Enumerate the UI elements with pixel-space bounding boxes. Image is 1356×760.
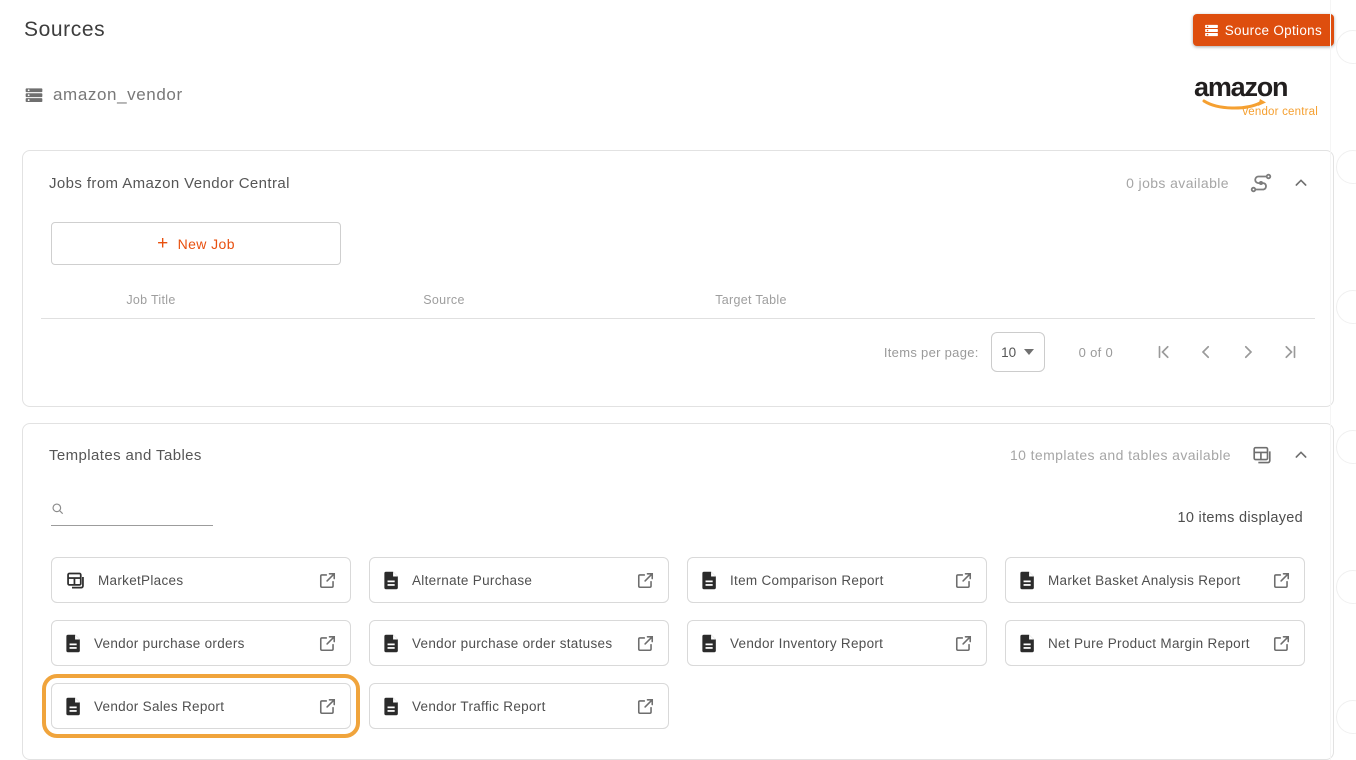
pipeline-icon[interactable] — [1249, 171, 1273, 195]
template-card[interactable]: Vendor Sales Report — [42, 674, 360, 738]
open-in-new-icon[interactable] — [318, 634, 337, 653]
template-card-label: Vendor purchase orders — [94, 635, 245, 651]
last-page-button[interactable] — [1281, 343, 1299, 361]
template-card-label: Alternate Purchase — [412, 572, 533, 588]
jobs-panel-header: Jobs from Amazon Vendor Central 0 jobs a… — [41, 151, 1315, 195]
template-card[interactable]: Net Pure Product Margin Report — [1005, 620, 1305, 666]
collapse-chevron-up-icon[interactable] — [1293, 175, 1309, 191]
template-card[interactable]: MarketPlaces — [51, 557, 351, 603]
top-bar: Sources Source Options — [22, 0, 1334, 46]
new-job-button[interactable]: + New Job — [51, 222, 341, 265]
first-page-button[interactable] — [1155, 343, 1173, 361]
template-card[interactable]: Vendor purchase order statuses — [369, 620, 669, 666]
previous-page-button[interactable] — [1197, 343, 1215, 361]
template-card[interactable]: Alternate Purchase — [369, 557, 669, 603]
table-icon — [65, 570, 86, 591]
open-in-new-icon[interactable] — [636, 571, 655, 590]
items-displayed-label: 10 items displayed — [1177, 510, 1303, 526]
column-job-title: Job Title — [126, 293, 176, 307]
template-card-label: Vendor Sales Report — [94, 698, 225, 714]
page-size-select[interactable]: 10 — [990, 332, 1045, 372]
open-in-new-icon[interactable] — [636, 634, 655, 653]
document-icon — [383, 634, 400, 653]
search-field[interactable] — [51, 502, 213, 526]
items-per-page-label: Items per page: — [883, 344, 979, 360]
template-card[interactable]: Market Basket Analysis Report — [1005, 557, 1305, 603]
table-divider — [41, 318, 1315, 319]
template-card[interactable]: Vendor Inventory Report — [687, 620, 987, 666]
source-name: amazon_vendor — [53, 85, 183, 104]
templates-search-input[interactable] — [71, 504, 201, 519]
document-icon — [701, 571, 718, 590]
new-job-label: New Job — [177, 235, 235, 252]
open-in-new-icon[interactable] — [318, 571, 337, 590]
document-icon — [1019, 634, 1036, 653]
search-icon — [51, 502, 65, 521]
template-card-label: Net Pure Product Margin Report — [1048, 635, 1250, 651]
page-range-label: 0 of 0 — [1078, 344, 1113, 360]
open-in-new-icon[interactable] — [636, 697, 655, 716]
column-target-table: Target Table — [715, 293, 787, 307]
next-page-button[interactable] — [1239, 343, 1257, 361]
background-pattern — [1330, 0, 1356, 760]
document-icon — [383, 571, 400, 590]
amazon-vendor-central-logo: amazon vendor central — [1194, 72, 1318, 119]
page-title: Sources — [24, 18, 106, 41]
document-icon — [65, 697, 82, 716]
templates-availability: 10 templates and tables available — [1009, 447, 1231, 463]
document-icon — [1019, 571, 1036, 590]
template-card-label: Vendor Inventory Report — [730, 635, 884, 651]
jobs-pagination: Items per page: 10 0 of 0 — [41, 332, 1315, 372]
template-card-label: Vendor Traffic Report — [412, 698, 546, 714]
templates-panel-header: Templates and Tables 10 templates and ta… — [41, 424, 1315, 466]
amazon-wordmark: amazon — [1194, 72, 1289, 102]
template-card-label: MarketPlaces — [98, 572, 184, 588]
sources-page: Sources Source Options amazon_vendor ama… — [0, 0, 1356, 760]
source-row: amazon_vendor amazon vendor central — [22, 72, 1334, 119]
open-in-new-icon[interactable] — [1272, 571, 1291, 590]
template-card-label: Item Comparison Report — [730, 572, 884, 588]
jobs-panel-title: Jobs from Amazon Vendor Central — [49, 174, 290, 192]
collapse-chevron-up-icon[interactable] — [1293, 447, 1309, 463]
templates-cards-grid: MarketPlaces Alternate Purchase Item Com… — [42, 557, 1305, 738]
jobs-table-header: Job Title Source Target Table — [41, 293, 1315, 307]
templates-panel: Templates and Tables 10 templates and ta… — [22, 423, 1334, 760]
server-stack-icon — [24, 85, 44, 105]
document-icon — [65, 634, 82, 653]
open-in-new-icon[interactable] — [318, 697, 337, 716]
vendor-central-label: vendor central — [1242, 106, 1318, 118]
column-source: Source — [423, 293, 465, 307]
source-name-wrap: amazon_vendor — [24, 85, 183, 105]
open-in-new-icon[interactable] — [1272, 634, 1291, 653]
jobs-availability: 0 jobs available — [1126, 175, 1229, 191]
template-card[interactable]: Item Comparison Report — [687, 557, 987, 603]
search-row: 10 items displayed — [41, 502, 1315, 526]
templates-panel-title: Templates and Tables — [49, 446, 202, 464]
jobs-panel: Jobs from Amazon Vendor Central 0 jobs a… — [22, 150, 1334, 407]
template-card[interactable]: Vendor Traffic Report — [369, 683, 669, 729]
server-stack-icon — [1203, 22, 1220, 39]
source-options-label: Source Options — [1224, 22, 1322, 38]
dropdown-caret-icon — [1024, 349, 1035, 355]
document-icon — [701, 634, 718, 653]
table-view-icon[interactable] — [1251, 444, 1273, 466]
template-card-label: Vendor purchase order statuses — [412, 635, 613, 651]
template-card-label: Market Basket Analysis Report — [1048, 572, 1241, 588]
source-options-button[interactable]: Source Options — [1192, 14, 1334, 46]
template-card[interactable]: Vendor purchase orders — [51, 620, 351, 666]
page-size-value: 10 — [1001, 344, 1017, 360]
open-in-new-icon[interactable] — [954, 571, 973, 590]
document-icon — [383, 697, 400, 716]
open-in-new-icon[interactable] — [954, 634, 973, 653]
